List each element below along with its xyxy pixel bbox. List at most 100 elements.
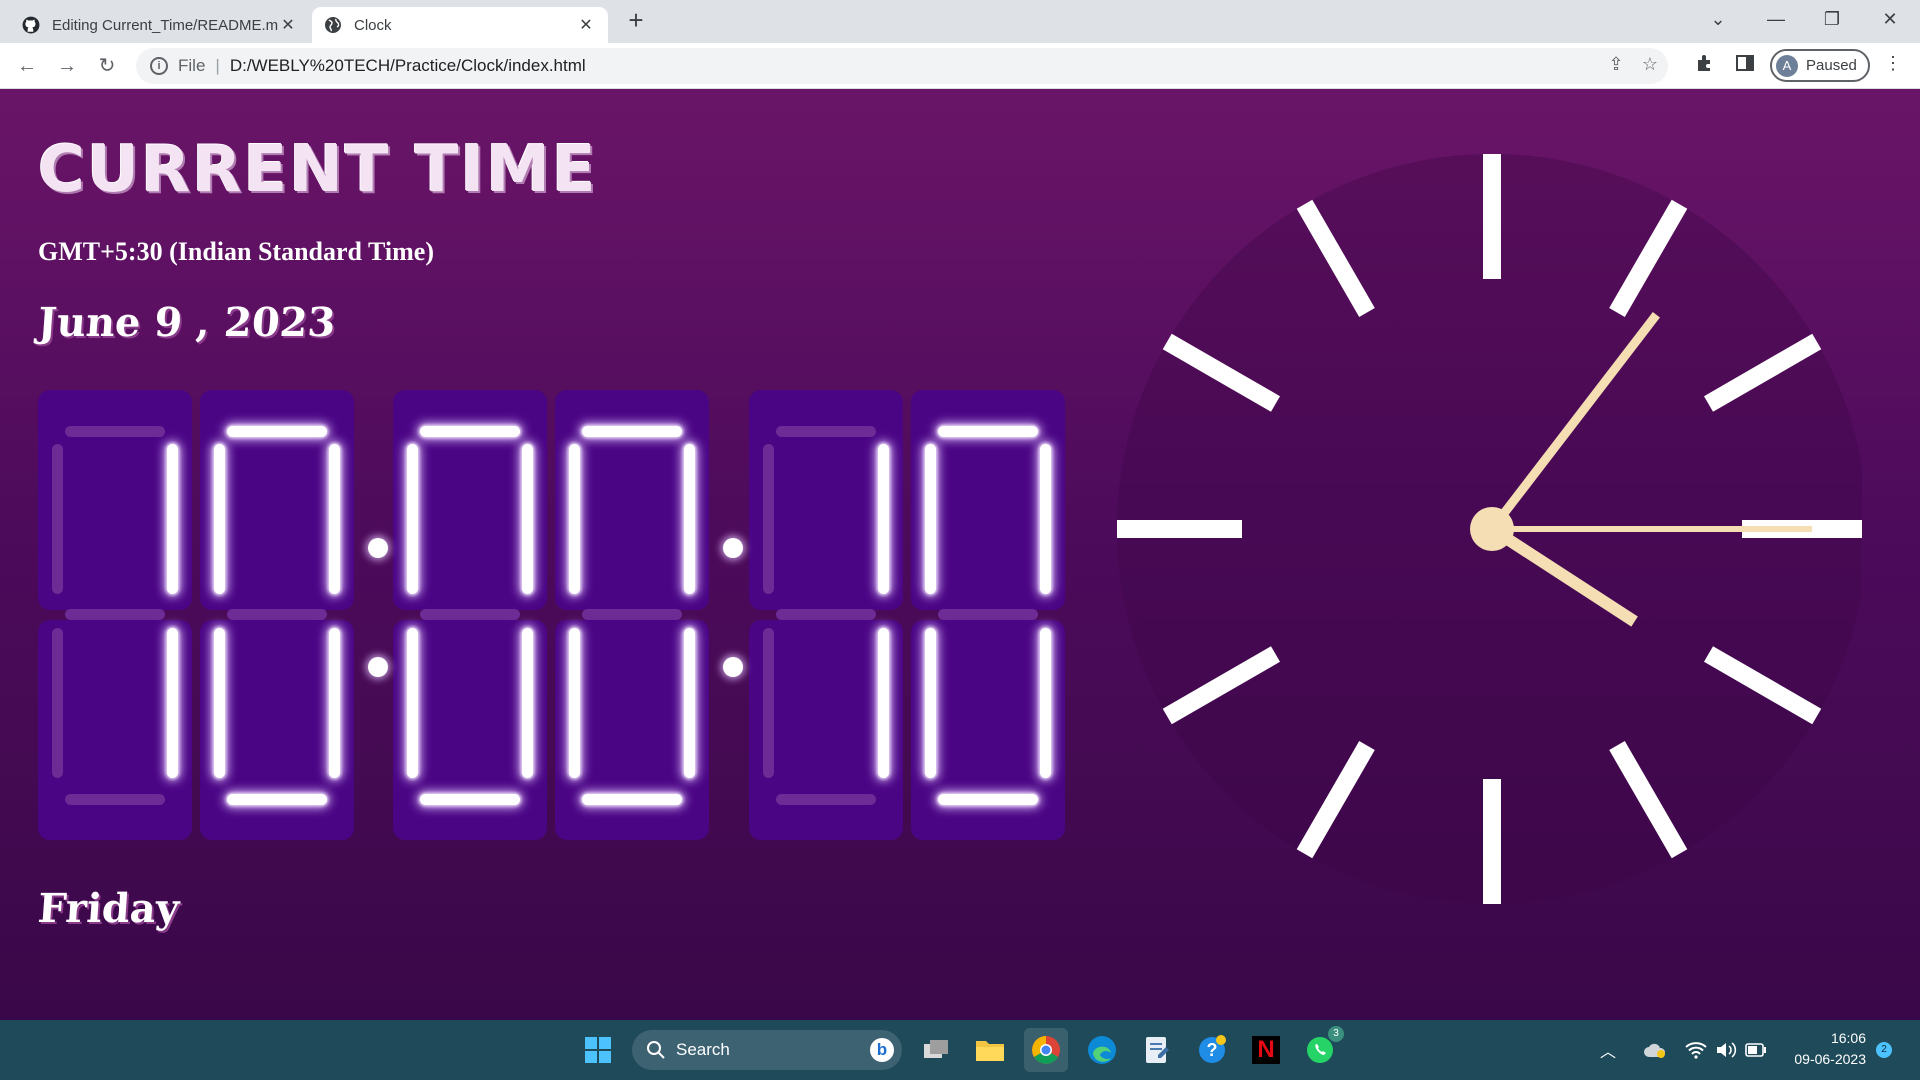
taskbar-search[interactable]: Search b [632, 1030, 902, 1070]
info-icon[interactable]: i [150, 57, 168, 75]
whatsapp-icon[interactable]: 3 [1298, 1026, 1344, 1072]
github-icon [22, 16, 40, 34]
segment-g [227, 609, 327, 620]
tab-strip: Editing Current_Time/README.m ✕ Clock ✕ … [0, 0, 1920, 43]
analog-clock [1117, 154, 1862, 904]
tab-clock[interactable]: Clock ✕ [312, 7, 608, 43]
onedrive-cloud-icon[interactable] [1640, 1028, 1670, 1072]
segment-e [763, 628, 774, 778]
segment-f [52, 444, 63, 594]
tab-title: Clock [354, 16, 392, 34]
segment-a [65, 426, 165, 437]
start-windows-icon[interactable] [576, 1028, 620, 1072]
wifi-icon[interactable] [1682, 1028, 1710, 1072]
segment-a [582, 426, 682, 437]
segment-c [684, 628, 695, 778]
segment-e [407, 628, 418, 778]
segment-b [167, 444, 178, 594]
edge-icon[interactable] [1080, 1028, 1124, 1072]
get-help-icon[interactable]: ? [1190, 1028, 1234, 1072]
digit-2 [200, 390, 354, 840]
forward-arrow-icon[interactable]: → [52, 51, 82, 81]
segment-b [684, 444, 695, 594]
segment-e [214, 628, 225, 778]
whatsapp-badge: 3 [1328, 1026, 1344, 1042]
extensions-puzzle-icon[interactable] [1692, 53, 1718, 79]
tab-title: Editing Current_Time/README.m [52, 16, 278, 34]
restore-button[interactable]: ❐ [1804, 0, 1860, 40]
segment-f [214, 444, 225, 594]
tab-search-icon[interactable]: ⌄ [1690, 0, 1746, 40]
back-arrow-icon[interactable]: ← [12, 51, 42, 81]
close-tab-icon[interactable]: ✕ [278, 15, 298, 35]
segment-f [763, 444, 774, 594]
avatar: A [1776, 54, 1798, 77]
date-label: June 9 , 2023 [36, 299, 338, 346]
address-bar[interactable]: i File | D:/WEBLY%20TECH/Practice/Clock/… [136, 48, 1668, 84]
search-placeholder: Search [676, 1040, 730, 1059]
globe-icon [325, 17, 341, 33]
segment-b [1040, 444, 1051, 594]
digit-3 [393, 390, 547, 840]
segment-d [776, 794, 876, 805]
address-path: D:/WEBLY%20TECH/Practice/Clock/index.htm… [229, 56, 586, 75]
close-window-button[interactable]: ✕ [1862, 0, 1918, 40]
segment-d [65, 794, 165, 805]
new-tab-button[interactable]: + [622, 7, 650, 35]
segment-d [938, 794, 1038, 805]
address-separator: | [215, 56, 220, 75]
close-tab-icon[interactable]: ✕ [576, 15, 596, 35]
segment-g [65, 609, 165, 620]
segment-g [420, 609, 520, 620]
clock-date[interactable]: 09-06-2023 [1770, 1051, 1866, 1067]
bookmark-star-icon[interactable]: ☆ [1638, 54, 1662, 78]
side-panel-icon[interactable] [1732, 53, 1758, 79]
segment-e [52, 628, 63, 778]
segment-a [227, 426, 327, 437]
tab-readme[interactable]: Editing Current_Time/README.m ✕ [10, 7, 310, 43]
volume-icon[interactable] [1712, 1028, 1740, 1072]
share-icon[interactable]: ⇪ [1604, 54, 1628, 78]
colon-dot [368, 538, 388, 558]
segment-g [938, 609, 1038, 620]
notification-badge[interactable]: 2 [1876, 1042, 1892, 1058]
segment-a [938, 426, 1038, 437]
show-hidden-icons-chevron-up-icon[interactable]: ︿ [1596, 1028, 1620, 1072]
colon-dot [368, 657, 388, 677]
bing-icon[interactable]: b [870, 1038, 894, 1062]
segment-g [776, 609, 876, 620]
chrome-icon[interactable] [1024, 1028, 1068, 1072]
file-explorer-icon[interactable] [968, 1028, 1012, 1072]
digit-4 [555, 390, 709, 840]
segment-b [522, 444, 533, 594]
segment-f [925, 444, 936, 594]
netflix-icon[interactable]: N [1244, 1028, 1288, 1072]
segment-f [569, 444, 580, 594]
segment-c [1040, 628, 1051, 778]
reload-icon[interactable]: ↻ [92, 51, 122, 81]
menu-kebab-icon[interactable]: ⋮ [1880, 53, 1906, 79]
segment-b [329, 444, 340, 594]
digit-1 [38, 390, 192, 840]
digit-5 [749, 390, 903, 840]
clock-page: CURRENT TIME GMT+5:30 (Indian Standard T… [0, 89, 1920, 1020]
notepad-icon[interactable] [1134, 1028, 1178, 1072]
segment-c [329, 628, 340, 778]
minimize-button[interactable]: — [1748, 0, 1804, 40]
segment-c [167, 628, 178, 778]
segment-f [407, 444, 418, 594]
clock-time[interactable]: 16:06 [1770, 1030, 1866, 1046]
segment-d [420, 794, 520, 805]
browser-toolbar: ← → ↻ i File | D:/WEBLY%20TECH/Practice/… [0, 43, 1920, 89]
colon-dot [723, 657, 743, 677]
battery-icon[interactable] [1742, 1028, 1770, 1072]
search-icon [647, 1041, 665, 1059]
windows-taskbar: Search b ? N 3 ︿ 16:06 09-06-2023 2 [0, 1020, 1920, 1080]
task-view-icon[interactable] [914, 1028, 958, 1072]
digit-6 [911, 390, 1065, 840]
profile-button[interactable]: A Paused [1770, 49, 1870, 82]
colon-dot [723, 538, 743, 558]
address-scheme: File [178, 56, 206, 75]
clock-center-hub [1470, 507, 1514, 551]
segment-e [569, 628, 580, 778]
